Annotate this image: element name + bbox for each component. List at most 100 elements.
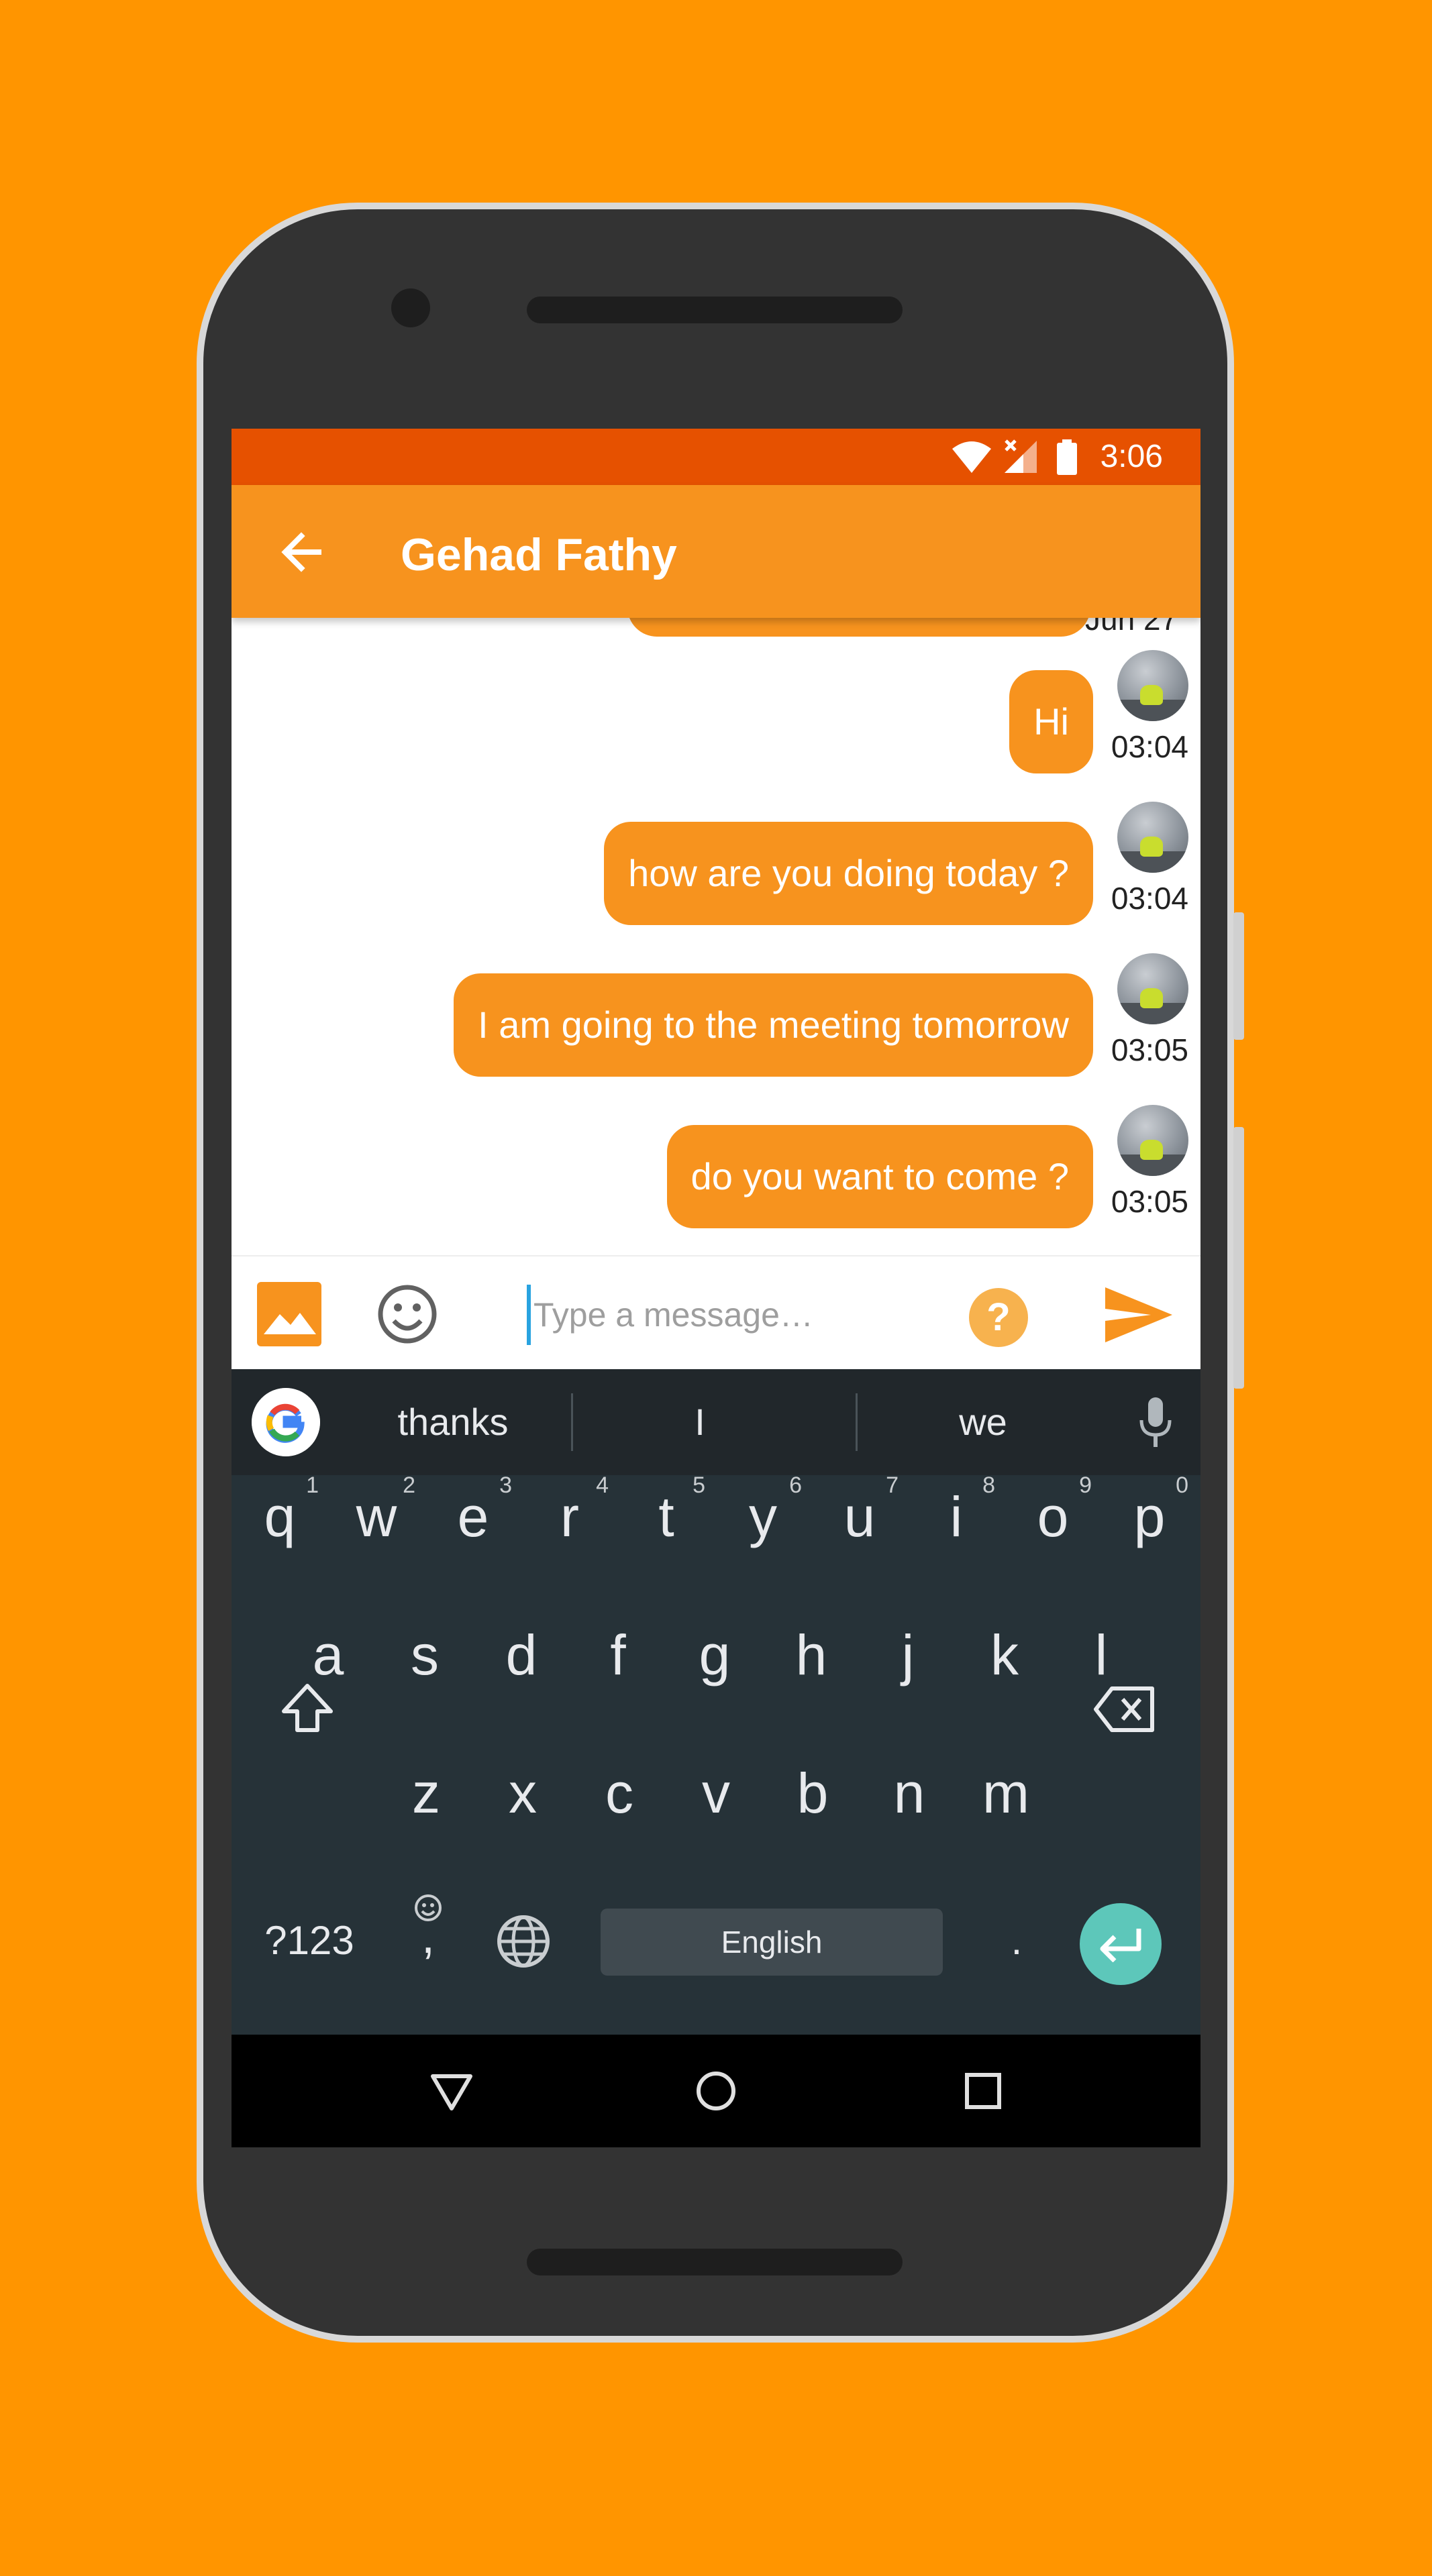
key-x[interactable]: x bbox=[480, 1726, 566, 1860]
globe-key-icon[interactable] bbox=[496, 1914, 551, 1969]
key-hint: 0 bbox=[1176, 1472, 1188, 1498]
suggestion-divider bbox=[571, 1393, 573, 1451]
avatar[interactable] bbox=[1117, 650, 1188, 721]
key-h[interactable]: h bbox=[768, 1588, 854, 1722]
comma-label: , bbox=[421, 1910, 435, 1964]
key-w[interactable]: w2 bbox=[334, 1450, 419, 1584]
status-time: 3:06 bbox=[1100, 439, 1163, 474]
key-label: w bbox=[356, 1485, 397, 1548]
space-key[interactable]: English bbox=[601, 1909, 943, 1976]
key-r[interactable]: r4 bbox=[527, 1450, 613, 1584]
key-k[interactable]: k bbox=[962, 1588, 1047, 1722]
front-camera bbox=[391, 288, 430, 327]
signal-icon bbox=[1005, 439, 1037, 473]
key-hint: 8 bbox=[982, 1472, 995, 1498]
wifi-icon bbox=[952, 441, 991, 473]
battery-icon bbox=[1057, 439, 1077, 475]
key-hint: 1 bbox=[306, 1472, 319, 1498]
message-time: 03:04 bbox=[1111, 729, 1188, 764]
nav-back-triangle-icon[interactable] bbox=[425, 2064, 478, 2118]
power-button bbox=[1233, 1127, 1244, 1389]
status-bar: 3:06 bbox=[232, 429, 1200, 485]
key-y[interactable]: y6 bbox=[720, 1450, 806, 1584]
mic-icon[interactable] bbox=[1139, 1396, 1172, 1450]
svg-text:?: ? bbox=[986, 1295, 1010, 1339]
key-c[interactable]: c bbox=[576, 1726, 662, 1860]
symbols-key[interactable]: ?123 bbox=[256, 1874, 363, 2008]
key-label: u bbox=[843, 1485, 876, 1548]
nav-recents-square-icon[interactable] bbox=[956, 2064, 1010, 2118]
key-f[interactable]: f bbox=[575, 1588, 661, 1722]
navigation-bar bbox=[232, 2035, 1200, 2147]
key-label: p bbox=[1133, 1485, 1166, 1548]
key-hint: 2 bbox=[403, 1472, 415, 1498]
key-m[interactable]: m bbox=[963, 1726, 1049, 1860]
key-s[interactable]: s bbox=[382, 1588, 468, 1722]
key-d[interactable]: d bbox=[478, 1588, 564, 1722]
key-b[interactable]: b bbox=[770, 1726, 856, 1860]
key-hint: 4 bbox=[596, 1472, 609, 1498]
back-arrow-icon[interactable] bbox=[272, 523, 331, 582]
message-row: do you want to come ? 03:05 bbox=[232, 1105, 1200, 1252]
message-bubble[interactable]: Hi bbox=[1009, 670, 1093, 773]
message-time: 03:05 bbox=[1111, 1184, 1188, 1219]
key-u[interactable]: u7 bbox=[817, 1450, 903, 1584]
key-n[interactable]: n bbox=[866, 1726, 952, 1860]
avatar[interactable] bbox=[1117, 953, 1188, 1024]
key-hint: 9 bbox=[1079, 1472, 1092, 1498]
message-bubble[interactable]: I am going to the meeting tomorrow bbox=[454, 973, 1093, 1077]
key-e[interactable]: e3 bbox=[430, 1450, 516, 1584]
help-question-icon[interactable]: ? bbox=[968, 1287, 1029, 1348]
key-i[interactable]: i8 bbox=[913, 1450, 999, 1584]
nav-home-circle-icon[interactable] bbox=[689, 2064, 743, 2118]
key-j[interactable]: j bbox=[865, 1588, 951, 1722]
key-q[interactable]: q1 bbox=[237, 1450, 323, 1584]
message-input[interactable]: Type a message… bbox=[527, 1285, 903, 1345]
key-label: i bbox=[950, 1485, 963, 1548]
top-speaker bbox=[527, 297, 903, 323]
soft-keyboard: thanks I we q1w2e3r4t5y6u7i8o9p0 asdfghj… bbox=[232, 1369, 1200, 2052]
key-hint: 7 bbox=[886, 1472, 899, 1498]
gallery-image-icon[interactable] bbox=[257, 1282, 321, 1346]
message-bubble[interactable]: do you want to come ? bbox=[666, 1125, 1093, 1228]
enter-key[interactable] bbox=[1080, 1903, 1162, 1985]
avatar[interactable] bbox=[1117, 1105, 1188, 1176]
key-label: r bbox=[560, 1485, 579, 1548]
enter-arrow-icon bbox=[1100, 1929, 1141, 1962]
message-time: 03:04 bbox=[1111, 881, 1188, 916]
shift-key-icon[interactable] bbox=[280, 1682, 335, 1737]
comma-emoji-key[interactable]: , bbox=[411, 1892, 445, 1964]
volume-button bbox=[1233, 912, 1244, 1040]
message-time: 03:05 bbox=[1111, 1032, 1188, 1067]
bottom-speaker bbox=[527, 2249, 903, 2275]
phone-screen: 3:06 Gehad Fathy Jun 27 Hi 03:04 how are y… bbox=[232, 429, 1200, 2147]
key-label: e bbox=[457, 1485, 489, 1548]
key-hint: 6 bbox=[789, 1472, 802, 1498]
key-z[interactable]: z bbox=[383, 1726, 469, 1860]
google-g-icon[interactable] bbox=[252, 1388, 320, 1456]
period-key[interactable]: . bbox=[976, 1874, 1057, 2008]
key-hint: 5 bbox=[693, 1472, 705, 1498]
key-hint: 3 bbox=[499, 1472, 512, 1498]
key-o[interactable]: o9 bbox=[1010, 1450, 1096, 1584]
send-icon[interactable] bbox=[1104, 1286, 1174, 1344]
message-list[interactable]: Jun 27 Hi 03:04 how are you doing today ? 0… bbox=[232, 578, 1200, 1228]
key-t[interactable]: t5 bbox=[623, 1450, 709, 1584]
app-bar: Gehad Fathy bbox=[232, 485, 1200, 618]
message-row: Hi 03:04 bbox=[232, 650, 1200, 798]
key-label: q bbox=[264, 1485, 296, 1548]
key-v[interactable]: v bbox=[673, 1726, 759, 1860]
message-bubble[interactable]: how are you doing today ? bbox=[604, 822, 1093, 925]
key-g[interactable]: g bbox=[672, 1588, 758, 1722]
message-row: I am going to the meeting tomorrow 03:05 bbox=[232, 953, 1200, 1101]
message-input-bar: Type a message… ? bbox=[232, 1255, 1200, 1369]
message-row: how are you doing today ? 03:04 bbox=[232, 802, 1200, 949]
conversation-title: Gehad Fathy bbox=[401, 529, 677, 580]
backspace-key-icon[interactable] bbox=[1093, 1686, 1155, 1733]
key-label: o bbox=[1037, 1485, 1069, 1548]
avatar[interactable] bbox=[1117, 802, 1188, 873]
key-label: t bbox=[658, 1485, 674, 1548]
emoji-smiley-icon[interactable] bbox=[375, 1282, 440, 1346]
key-label: y bbox=[749, 1485, 777, 1548]
key-p[interactable]: p0 bbox=[1107, 1450, 1192, 1584]
